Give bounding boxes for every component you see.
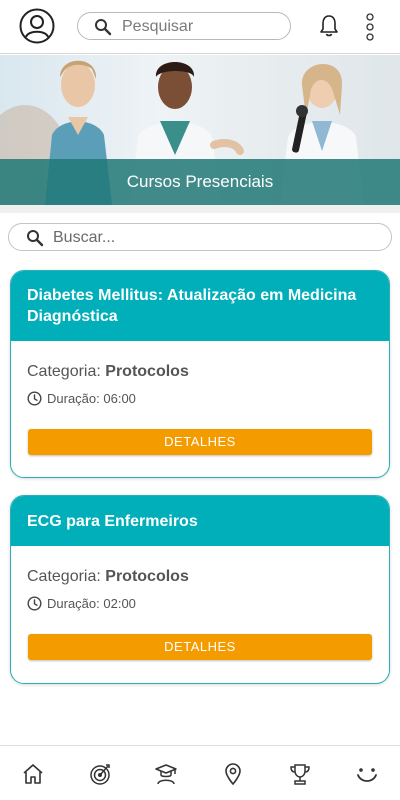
- category-value: Protocolos: [105, 363, 189, 380]
- course-card[interactable]: ECG para Enfermeiros Categoria: Protocol…: [10, 495, 390, 684]
- profile-avatar-icon[interactable]: [19, 8, 55, 44]
- category-value: Protocolos: [105, 568, 189, 585]
- more-options-icon[interactable]: [363, 12, 377, 42]
- course-duration: Duração: 02:00: [27, 596, 136, 611]
- course-card[interactable]: Diabetes Mellitus: Atualização em Medici…: [10, 270, 390, 478]
- course-search-input[interactable]: Buscar...: [8, 223, 392, 251]
- header-search-placeholder: Pesquisar: [122, 18, 194, 35]
- course-duration: Duração: 06:00: [27, 391, 136, 406]
- search-icon: [26, 229, 44, 247]
- course-card-header: Diabetes Mellitus: Atualização em Medici…: [11, 271, 389, 341]
- courses-banner: Cursos Presenciais: [0, 55, 400, 205]
- clock-icon: [27, 596, 42, 611]
- trophy-icon[interactable]: [288, 762, 312, 786]
- course-title: ECG para Enfermeiros: [27, 512, 198, 530]
- duration-label: Duração:: [47, 391, 100, 406]
- course-category: Categoria: Protocolos: [27, 363, 189, 381]
- category-label: Categoria:: [27, 363, 101, 380]
- course-card-header: ECG para Enfermeiros: [11, 496, 389, 546]
- graduation-icon[interactable]: [154, 762, 178, 786]
- duration-label: Duração:: [47, 596, 100, 611]
- notification-bell-icon[interactable]: [319, 14, 339, 38]
- details-button[interactable]: DETALHES: [28, 634, 372, 660]
- section-separator: [0, 205, 400, 213]
- course-category: Categoria: Protocolos: [27, 568, 189, 586]
- location-pin-icon[interactable]: [221, 762, 245, 786]
- category-label: Categoria:: [27, 568, 101, 585]
- smile-icon[interactable]: [355, 762, 379, 786]
- clock-icon: [27, 391, 42, 406]
- banner-title: Cursos Presenciais: [126, 172, 274, 191]
- duration-value: 06:00: [103, 391, 136, 406]
- target-icon[interactable]: [88, 762, 112, 786]
- duration-value: 02:00: [103, 596, 136, 611]
- top-bar: Pesquisar: [0, 0, 400, 54]
- course-search-placeholder: Buscar...: [53, 229, 116, 246]
- course-title: Diabetes Mellitus: Atualização em Medici…: [27, 287, 357, 325]
- home-icon[interactable]: [21, 762, 45, 786]
- bottom-navigation: [0, 745, 400, 800]
- details-button[interactable]: DETALHES: [28, 429, 372, 455]
- header-search-input[interactable]: Pesquisar: [77, 12, 291, 40]
- search-icon: [94, 18, 112, 36]
